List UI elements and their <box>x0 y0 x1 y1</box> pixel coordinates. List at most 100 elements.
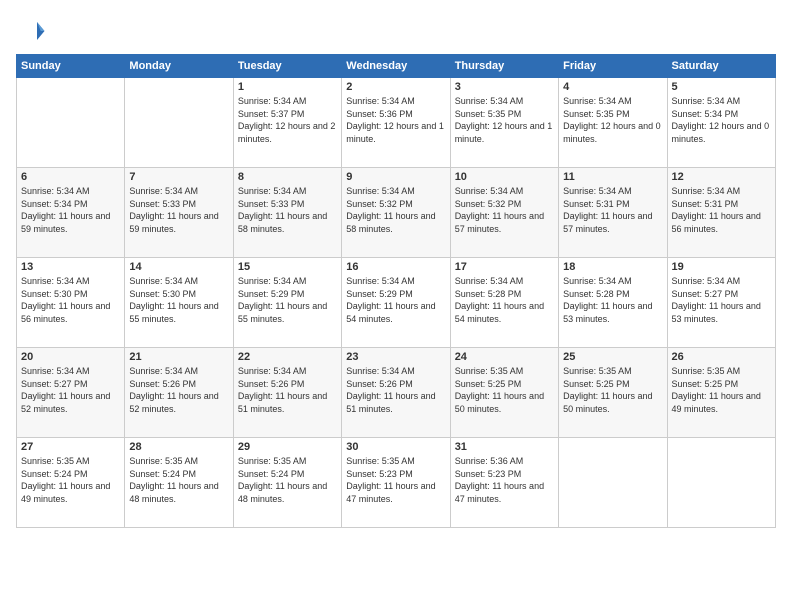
week-row-1: 6Sunrise: 5:34 AM Sunset: 5:34 PM Daylig… <box>17 168 776 258</box>
day-number: 26 <box>672 351 771 363</box>
day-number: 15 <box>238 261 337 273</box>
calendar-cell <box>17 78 125 168</box>
calendar-cell: 6Sunrise: 5:34 AM Sunset: 5:34 PM Daylig… <box>17 168 125 258</box>
day-info: Sunrise: 5:34 AM Sunset: 5:26 PM Dayligh… <box>129 365 228 415</box>
day-info: Sunrise: 5:36 AM Sunset: 5:23 PM Dayligh… <box>455 455 554 505</box>
calendar-cell: 11 Sunrise: 5:34 AM Sunset: 5:31 PM Dayli… <box>559 168 667 258</box>
day-number: 5 <box>672 81 771 93</box>
day-number: 21 <box>129 351 228 363</box>
day-number: 17 <box>455 261 554 273</box>
day-number: 9 <box>346 171 445 183</box>
week-row-0: 1 Sunrise: 5:34 AM Sunset: 5:37 PM Daylig… <box>17 78 776 168</box>
calendar-cell: 12 Sunrise: 5:34 AM Sunset: 5:31 PM Dayli… <box>667 168 775 258</box>
calendar-cell: 24Sunrise: 5:35 AM Sunset: 5:25 PM Dayli… <box>450 348 558 438</box>
calendar-cell: 4 Sunrise: 5:34 AM Sunset: 5:35 PM Daylig… <box>559 78 667 168</box>
day-header-wednesday: Wednesday <box>342 55 450 78</box>
calendar-cell <box>125 78 233 168</box>
day-number: 13 <box>21 261 120 273</box>
calendar-cell: 13 Sunrise: 5:34 AM Sunset: 5:30 PM Dayli… <box>17 258 125 348</box>
logo-icon <box>16 16 46 46</box>
day-number: 1 <box>238 81 337 93</box>
calendar-cell: 26 Sunrise: 5:35 AM Sunset: 5:25 PM Dayli… <box>667 348 775 438</box>
calendar-cell: 8 Sunrise: 5:34 AM Sunset: 5:33 PM Daylig… <box>233 168 341 258</box>
day-info: Sunrise: 5:35 AM Sunset: 5:24 PM Dayligh… <box>21 455 120 505</box>
calendar-cell: 20 Sunrise: 5:34 AM Sunset: 5:27 PM Dayli… <box>17 348 125 438</box>
calendar-cell: 5 Sunrise: 5:34 AM Sunset: 5:34 PM Daylig… <box>667 78 775 168</box>
calendar-cell: 9 Sunrise: 5:34 AM Sunset: 5:32 PM Daylig… <box>342 168 450 258</box>
day-number: 30 <box>346 441 445 453</box>
calendar-cell: 27 Sunrise: 5:35 AM Sunset: 5:24 PM Dayli… <box>17 438 125 528</box>
day-number: 27 <box>21 441 120 453</box>
day-info: Sunrise: 5:34 AM Sunset: 5:37 PM Dayligh… <box>238 95 337 145</box>
calendar-cell: 21 Sunrise: 5:34 AM Sunset: 5:26 PM Dayli… <box>125 348 233 438</box>
day-info: Sunrise: 5:34 AM Sunset: 5:33 PM Dayligh… <box>238 185 337 235</box>
day-number: 2 <box>346 81 445 93</box>
calendar-cell: 31Sunrise: 5:36 AM Sunset: 5:23 PM Dayli… <box>450 438 558 528</box>
calendar-cell: 7Sunrise: 5:34 AM Sunset: 5:33 PM Daylig… <box>125 168 233 258</box>
day-info: Sunrise: 5:34 AM Sunset: 5:31 PM Dayligh… <box>672 185 771 235</box>
day-number: 23 <box>346 351 445 363</box>
day-header-sunday: Sunday <box>17 55 125 78</box>
day-info: Sunrise: 5:34 AM Sunset: 5:35 PM Dayligh… <box>563 95 662 145</box>
day-number: 22 <box>238 351 337 363</box>
day-header-friday: Friday <box>559 55 667 78</box>
calendar-cell: 19Sunrise: 5:34 AM Sunset: 5:27 PM Dayli… <box>667 258 775 348</box>
day-number: 24 <box>455 351 554 363</box>
calendar-cell: 17Sunrise: 5:34 AM Sunset: 5:28 PM Dayli… <box>450 258 558 348</box>
day-number: 28 <box>129 441 228 453</box>
calendar-cell: 28 Sunrise: 5:35 AM Sunset: 5:24 PM Dayli… <box>125 438 233 528</box>
calendar-cell: 22 Sunrise: 5:34 AM Sunset: 5:26 PM Dayli… <box>233 348 341 438</box>
calendar-cell: 23 Sunrise: 5:34 AM Sunset: 5:26 PM Dayli… <box>342 348 450 438</box>
calendar-cell: 30 Sunrise: 5:35 AM Sunset: 5:23 PM Dayli… <box>342 438 450 528</box>
day-header-saturday: Saturday <box>667 55 775 78</box>
day-number: 19 <box>672 261 771 273</box>
day-info: Sunrise: 5:35 AM Sunset: 5:23 PM Dayligh… <box>346 455 445 505</box>
calendar-cell <box>667 438 775 528</box>
day-info: Sunrise: 5:34 AM Sunset: 5:29 PM Dayligh… <box>238 275 337 325</box>
day-info: Sunrise: 5:34 AM Sunset: 5:33 PM Dayligh… <box>129 185 228 235</box>
calendar-cell: 15 Sunrise: 5:34 AM Sunset: 5:29 PM Dayli… <box>233 258 341 348</box>
day-info: Sunrise: 5:34 AM Sunset: 5:29 PM Dayligh… <box>346 275 445 325</box>
day-info: Sunrise: 5:34 AM Sunset: 5:34 PM Dayligh… <box>672 95 771 145</box>
calendar-cell: 1 Sunrise: 5:34 AM Sunset: 5:37 PM Daylig… <box>233 78 341 168</box>
day-info: Sunrise: 5:35 AM Sunset: 5:24 PM Dayligh… <box>238 455 337 505</box>
calendar-cell: 18 Sunrise: 5:34 AM Sunset: 5:28 PM Dayli… <box>559 258 667 348</box>
day-info: Sunrise: 5:34 AM Sunset: 5:27 PM Dayligh… <box>21 365 120 415</box>
day-number: 12 <box>672 171 771 183</box>
day-header-thursday: Thursday <box>450 55 558 78</box>
day-info: Sunrise: 5:35 AM Sunset: 5:24 PM Dayligh… <box>129 455 228 505</box>
day-info: Sunrise: 5:34 AM Sunset: 5:32 PM Dayligh… <box>455 185 554 235</box>
day-info: Sunrise: 5:35 AM Sunset: 5:25 PM Dayligh… <box>672 365 771 415</box>
day-info: Sunrise: 5:34 AM Sunset: 5:32 PM Dayligh… <box>346 185 445 235</box>
days-header-row: SundayMondayTuesdayWednesdayThursdayFrid… <box>17 55 776 78</box>
day-info: Sunrise: 5:34 AM Sunset: 5:35 PM Dayligh… <box>455 95 554 145</box>
logo <box>16 16 50 46</box>
day-info: Sunrise: 5:34 AM Sunset: 5:30 PM Dayligh… <box>21 275 120 325</box>
day-number: 20 <box>21 351 120 363</box>
day-info: Sunrise: 5:34 AM Sunset: 5:34 PM Dayligh… <box>21 185 120 235</box>
day-info: Sunrise: 5:34 AM Sunset: 5:28 PM Dayligh… <box>563 275 662 325</box>
week-row-2: 13 Sunrise: 5:34 AM Sunset: 5:30 PM Dayli… <box>17 258 776 348</box>
week-row-3: 20 Sunrise: 5:34 AM Sunset: 5:27 PM Dayli… <box>17 348 776 438</box>
day-number: 25 <box>563 351 662 363</box>
day-number: 10 <box>455 171 554 183</box>
calendar-cell: 3 Sunrise: 5:34 AM Sunset: 5:35 PM Daylig… <box>450 78 558 168</box>
day-number: 16 <box>346 261 445 273</box>
day-info: Sunrise: 5:35 AM Sunset: 5:25 PM Dayligh… <box>563 365 662 415</box>
day-number: 8 <box>238 171 337 183</box>
day-number: 11 <box>563 171 662 183</box>
calendar-cell: 2Sunrise: 5:34 AM Sunset: 5:36 PM Daylig… <box>342 78 450 168</box>
header <box>16 16 776 46</box>
day-number: 4 <box>563 81 662 93</box>
calendar-cell: 25 Sunrise: 5:35 AM Sunset: 5:25 PM Dayli… <box>559 348 667 438</box>
day-number: 3 <box>455 81 554 93</box>
calendar-cell: 14Sunrise: 5:34 AM Sunset: 5:30 PM Dayli… <box>125 258 233 348</box>
day-info: Sunrise: 5:34 AM Sunset: 5:31 PM Dayligh… <box>563 185 662 235</box>
calendar-cell <box>559 438 667 528</box>
day-number: 18 <box>563 261 662 273</box>
day-number: 29 <box>238 441 337 453</box>
day-info: Sunrise: 5:34 AM Sunset: 5:26 PM Dayligh… <box>238 365 337 415</box>
day-info: Sunrise: 5:34 AM Sunset: 5:26 PM Dayligh… <box>346 365 445 415</box>
day-header-tuesday: Tuesday <box>233 55 341 78</box>
calendar-cell: 29 Sunrise: 5:35 AM Sunset: 5:24 PM Dayli… <box>233 438 341 528</box>
